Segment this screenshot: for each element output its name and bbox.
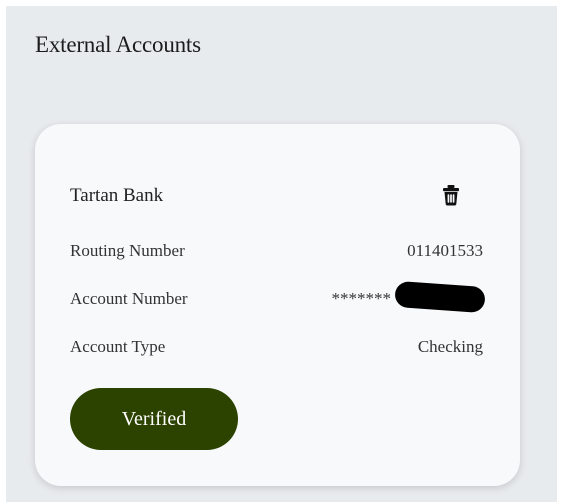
routing-number-value: 011401533: [407, 241, 483, 260]
account-type-value: Checking: [417, 337, 483, 356]
external-accounts-panel: External Accounts Tartan Bank Routing Nu…: [6, 6, 557, 502]
routing-number-label: Routing Number: [70, 241, 185, 260]
redaction-mark: [394, 280, 486, 314]
verified-button[interactable]: Verified: [70, 388, 238, 450]
bank-name: Tartan Bank: [70, 185, 164, 206]
account-number-label: Account Number: [70, 289, 188, 308]
panel-title: External Accounts: [35, 32, 201, 57]
account-type-label: Account Type: [70, 337, 166, 356]
account-number-row: Account Number *******: [70, 280, 486, 314]
trash-icon[interactable]: [438, 182, 464, 208]
account-type-row: Account Type Checking: [70, 337, 483, 361]
routing-number-row: Routing Number 011401533: [70, 241, 483, 265]
account-number-value: *******: [331, 289, 392, 308]
account-card: Tartan Bank Routing Number 011401533 Acc…: [35, 124, 520, 486]
